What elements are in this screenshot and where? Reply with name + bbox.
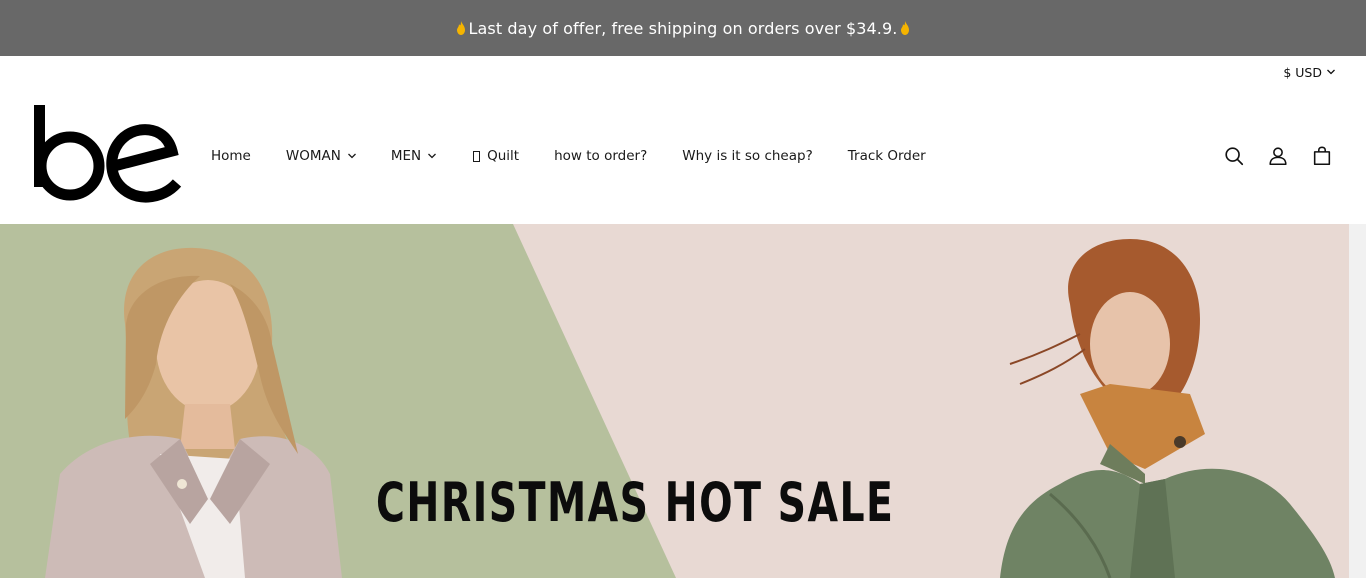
nav-how-to-order-label: how to order? xyxy=(554,148,648,164)
account-icon xyxy=(1269,147,1287,166)
nav-track-order-label: Track Order xyxy=(847,148,926,164)
cart-button[interactable] xyxy=(1310,144,1334,168)
nav-home-label: Home xyxy=(211,148,251,164)
chevron-down-icon xyxy=(428,153,437,159)
search-icon xyxy=(1225,147,1244,166)
announcement-text: Last day of offer, free shipping on orde… xyxy=(468,18,898,38)
main-nav: Home WOMAN MEN Quilt how to order? Why i… xyxy=(211,146,926,166)
nav-woman-label: WOMAN xyxy=(285,148,341,164)
nav-quilt[interactable]: Quilt xyxy=(473,148,519,164)
currency-selector[interactable]: $ USD xyxy=(1283,64,1336,80)
nav-track-order[interactable]: Track Order xyxy=(848,148,926,164)
nav-why-cheap-label: Why is it so cheap? xyxy=(682,148,813,164)
nav-men[interactable]: MEN xyxy=(391,148,437,164)
scrollbar[interactable] xyxy=(1349,224,1366,578)
nav-how-to-order[interactable]: how to order? xyxy=(554,148,647,164)
model-right-image xyxy=(1000,239,1335,578)
flame-icon xyxy=(901,21,910,35)
nav-home[interactable]: Home xyxy=(211,148,251,164)
currency-label: $ USD xyxy=(1283,64,1322,80)
nav-quilt-label: Quilt xyxy=(487,148,520,164)
flame-icon xyxy=(456,21,465,35)
model-left-image xyxy=(45,247,342,578)
account-button[interactable] xyxy=(1266,144,1290,168)
chevron-down-icon xyxy=(1327,69,1335,75)
nav-why-cheap[interactable]: Why is it so cheap? xyxy=(682,148,812,164)
nav-men-label: MEN xyxy=(390,148,422,164)
chevron-down-icon xyxy=(347,153,356,159)
header-icons xyxy=(1222,144,1334,168)
nav-woman[interactable]: WOMAN xyxy=(286,148,357,164)
search-button[interactable] xyxy=(1222,144,1246,168)
missing-glyph-icon xyxy=(473,150,481,162)
be-logo[interactable] xyxy=(32,103,182,203)
hero-banner[interactable]: CHRISTMAS HOT SALE xyxy=(0,224,1349,578)
announcement-bar: Last day of offer, free shipping on orde… xyxy=(0,0,1366,56)
cart-icon xyxy=(1313,146,1331,166)
hero-title: CHRISTMAS HOT SALE xyxy=(376,471,895,534)
